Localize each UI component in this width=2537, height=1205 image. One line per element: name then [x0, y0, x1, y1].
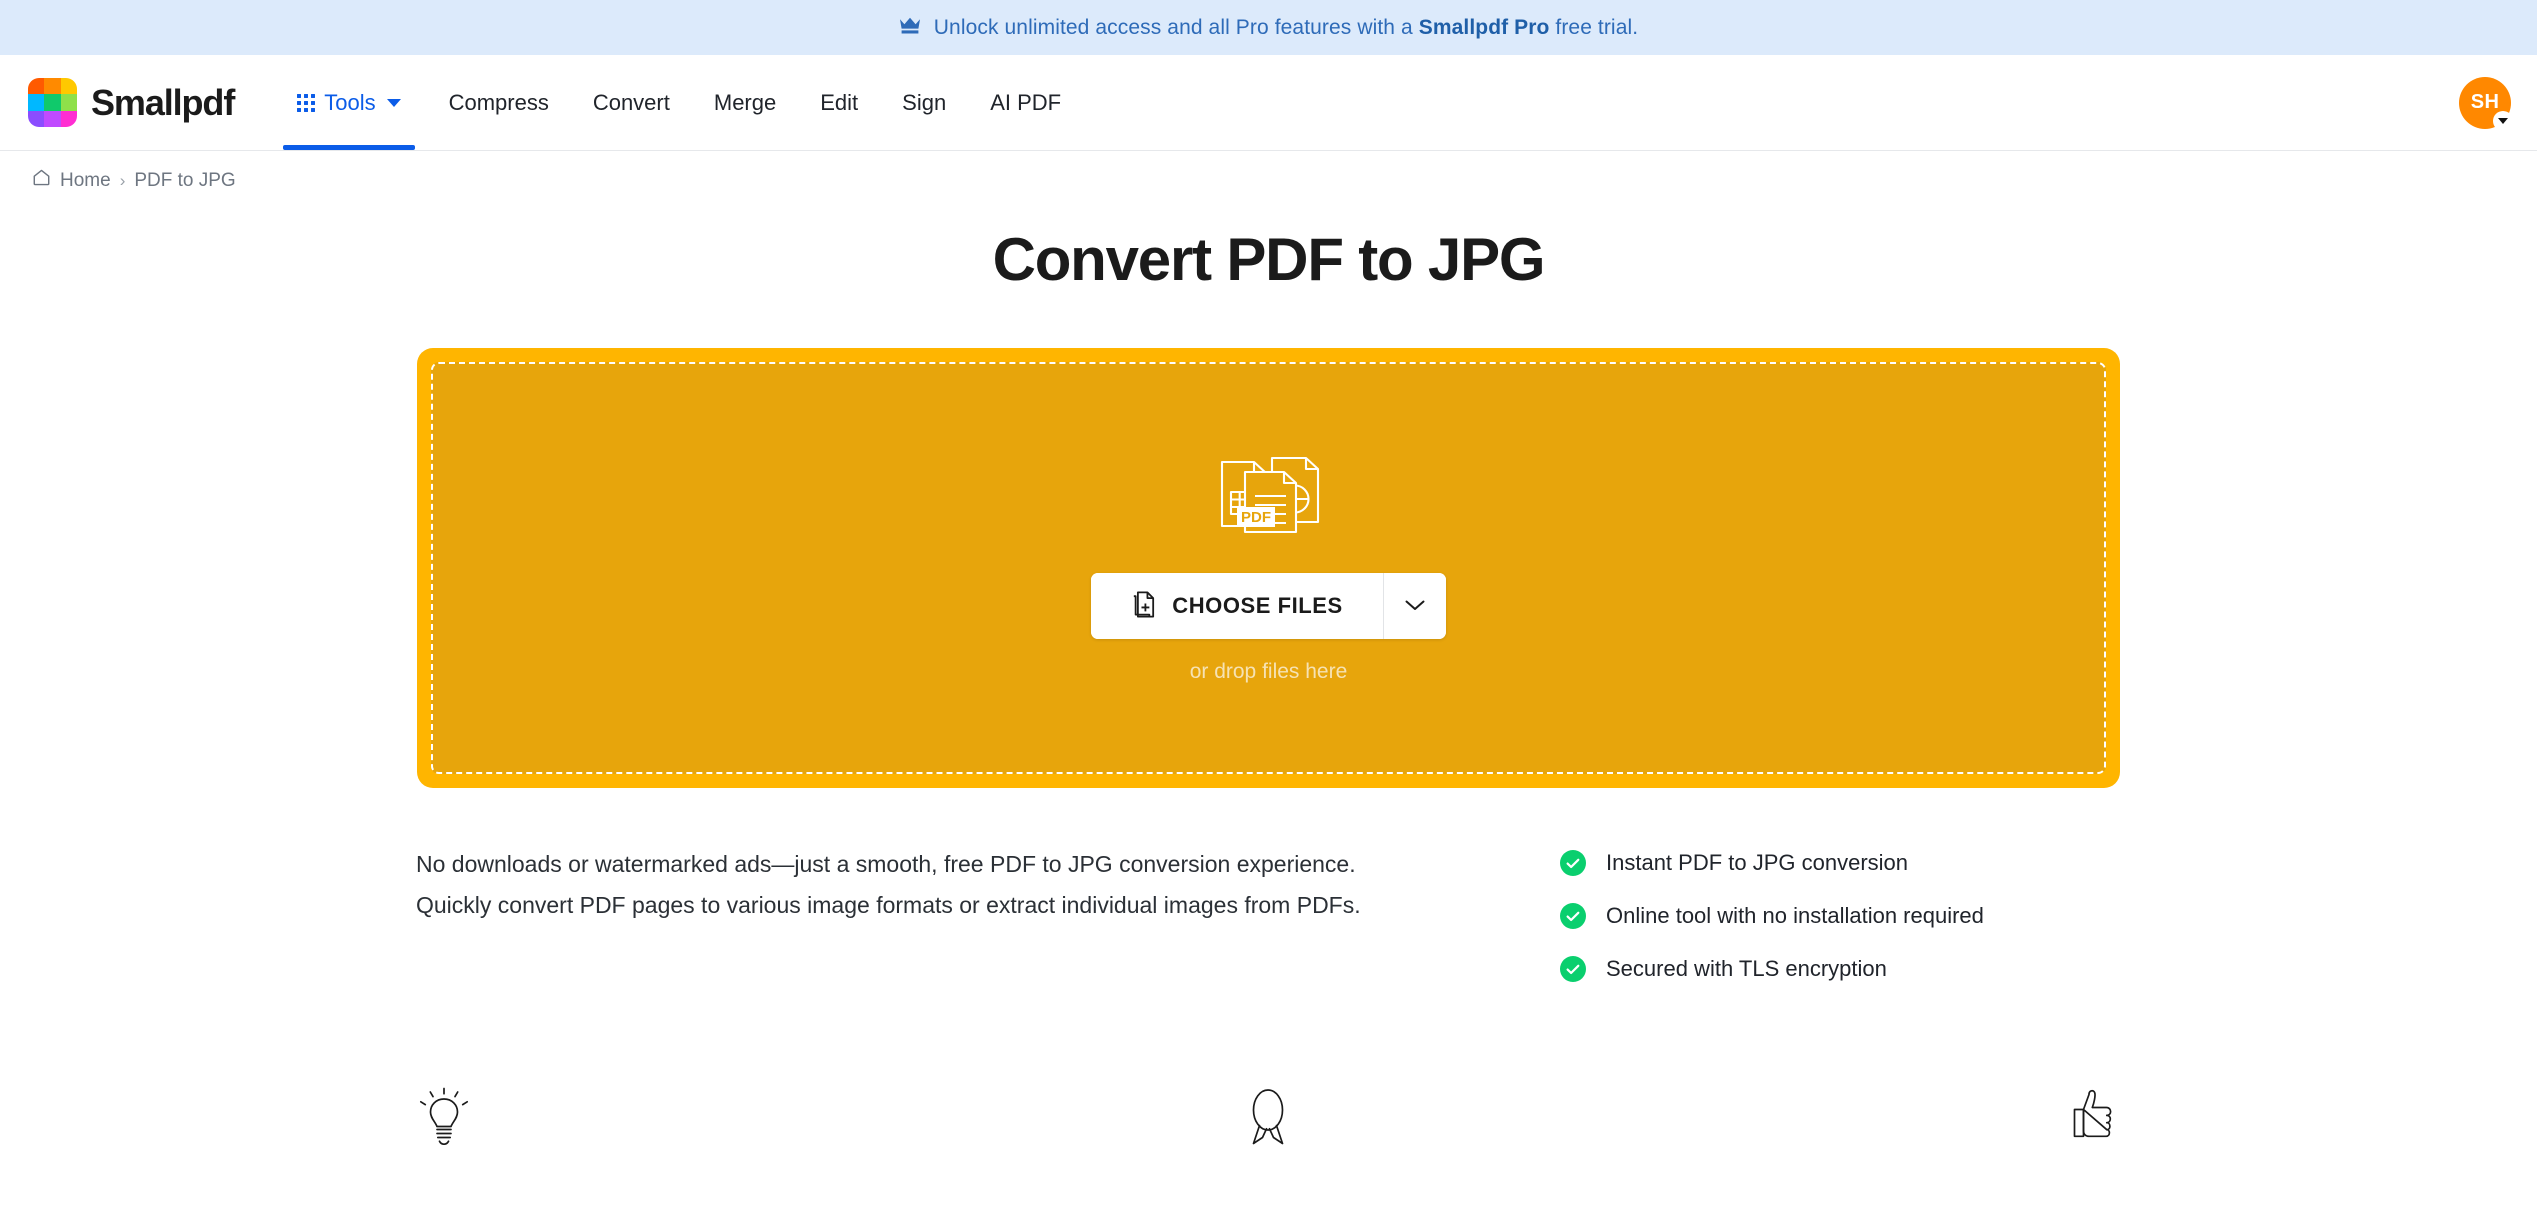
- check-circle-icon: [1560, 850, 1586, 876]
- account-menu-button[interactable]: SH: [2459, 76, 2513, 131]
- logo-cell-2: [44, 78, 61, 95]
- check-circle-icon: [1560, 903, 1586, 929]
- site-header: Smallpdf Tools Compress Convert Merge Ed…: [0, 55, 2537, 151]
- tool-description: No downloads or watermarked ads—just a s…: [416, 851, 1361, 918]
- choose-files-label: CHOOSE FILES: [1172, 593, 1343, 618]
- promo-brand: Smallpdf Pro: [1418, 15, 1550, 39]
- avatar-chevron-down-icon: [2493, 110, 2513, 131]
- award-ribbon-icon: [1242, 1087, 1294, 1150]
- logo-cell-6: [60, 94, 77, 111]
- feature-item: Online tool with no installation require…: [1560, 903, 1984, 929]
- file-dropzone[interactable]: PDF CHOOSE FILES or drop files here: [417, 348, 2120, 788]
- feature-label: Online tool with no installation require…: [1606, 903, 1984, 928]
- grid-icon: [297, 93, 316, 112]
- main-nav: Tools Compress Convert Merge Edit Sign A…: [283, 55, 1083, 150]
- nav-item-sign[interactable]: Sign: [880, 55, 968, 150]
- nav-item-tools-label: Tools: [324, 89, 376, 115]
- home-icon: [32, 168, 51, 193]
- chevron-down-icon: [1404, 598, 1426, 615]
- breadcrumb: Home › PDF to JPG: [0, 151, 2537, 193]
- feature-label: Instant PDF to JPG conversion: [1606, 850, 1909, 875]
- logo-cell-1: [28, 78, 45, 95]
- choose-files-button[interactable]: CHOOSE FILES: [1091, 573, 1383, 639]
- nav-item-tools[interactable]: Tools: [283, 55, 415, 150]
- page-title: Convert PDF to JPG: [992, 226, 1546, 293]
- choose-files-dropdown-button[interactable]: [1383, 573, 1446, 639]
- promo-text-before: Unlock unlimited access and all Pro feat…: [933, 15, 1419, 39]
- breadcrumb-home-link[interactable]: Home: [60, 170, 111, 192]
- logo-cell-3: [60, 78, 77, 95]
- file-add-icon: [1131, 591, 1156, 621]
- benefit-item-quality: [856, 1087, 1680, 1150]
- feature-label: Secured with TLS encryption: [1606, 956, 1887, 981]
- nav-item-convert[interactable]: Convert: [571, 55, 692, 150]
- logo-cell-8: [44, 110, 61, 127]
- nav-item-edit[interactable]: Edit: [798, 55, 880, 150]
- breadcrumb-separator: ›: [119, 170, 126, 190]
- thumbs-up-icon: [2067, 1087, 2119, 1150]
- brand-name: Smallpdf: [91, 81, 235, 123]
- promo-text: Unlock unlimited access and all Pro feat…: [934, 16, 1638, 40]
- benefit-item-idea: [32, 1087, 856, 1150]
- breadcrumb-current: PDF to JPG: [134, 169, 236, 191]
- chevron-down-icon: [386, 98, 401, 107]
- nav-item-merge[interactable]: Merge: [692, 55, 798, 150]
- pdf-documents-icon: PDF: [1210, 452, 1328, 541]
- brand-logo-link[interactable]: Smallpdf: [28, 78, 235, 127]
- feature-item: Instant PDF to JPG conversion: [1560, 850, 1984, 876]
- feature-item: Secured with TLS encryption: [1560, 956, 1984, 982]
- nav-item-ai-pdf[interactable]: AI PDF: [968, 55, 1083, 150]
- info-section: No downloads or watermarked ads—just a s…: [0, 844, 2537, 982]
- nav-item-compress[interactable]: Compress: [427, 55, 571, 150]
- smallpdf-logo-icon: [28, 78, 77, 127]
- benefit-item-easy: [1681, 1087, 2505, 1150]
- drop-files-hint: or drop files here: [1189, 660, 1348, 683]
- promo-banner[interactable]: Unlock unlimited access and all Pro feat…: [0, 0, 2537, 55]
- choose-files-group: CHOOSE FILES: [1091, 573, 1446, 639]
- crown-icon: [899, 17, 921, 39]
- lightbulb-icon: [418, 1087, 470, 1150]
- check-circle-icon: [1560, 956, 1586, 982]
- logo-cell-5: [44, 94, 61, 111]
- promo-text-after: free trial.: [1549, 15, 1639, 39]
- logo-cell-9: [60, 110, 77, 127]
- file-dropzone-inner[interactable]: PDF CHOOSE FILES or drop files here: [431, 362, 2106, 774]
- logo-cell-7: [28, 110, 45, 127]
- svg-text:PDF: PDF: [1241, 509, 1271, 526]
- benefits-icon-row: [0, 1087, 2537, 1150]
- feature-list: Instant PDF to JPG conversion Online too…: [1560, 844, 1984, 982]
- logo-cell-4: [28, 94, 45, 111]
